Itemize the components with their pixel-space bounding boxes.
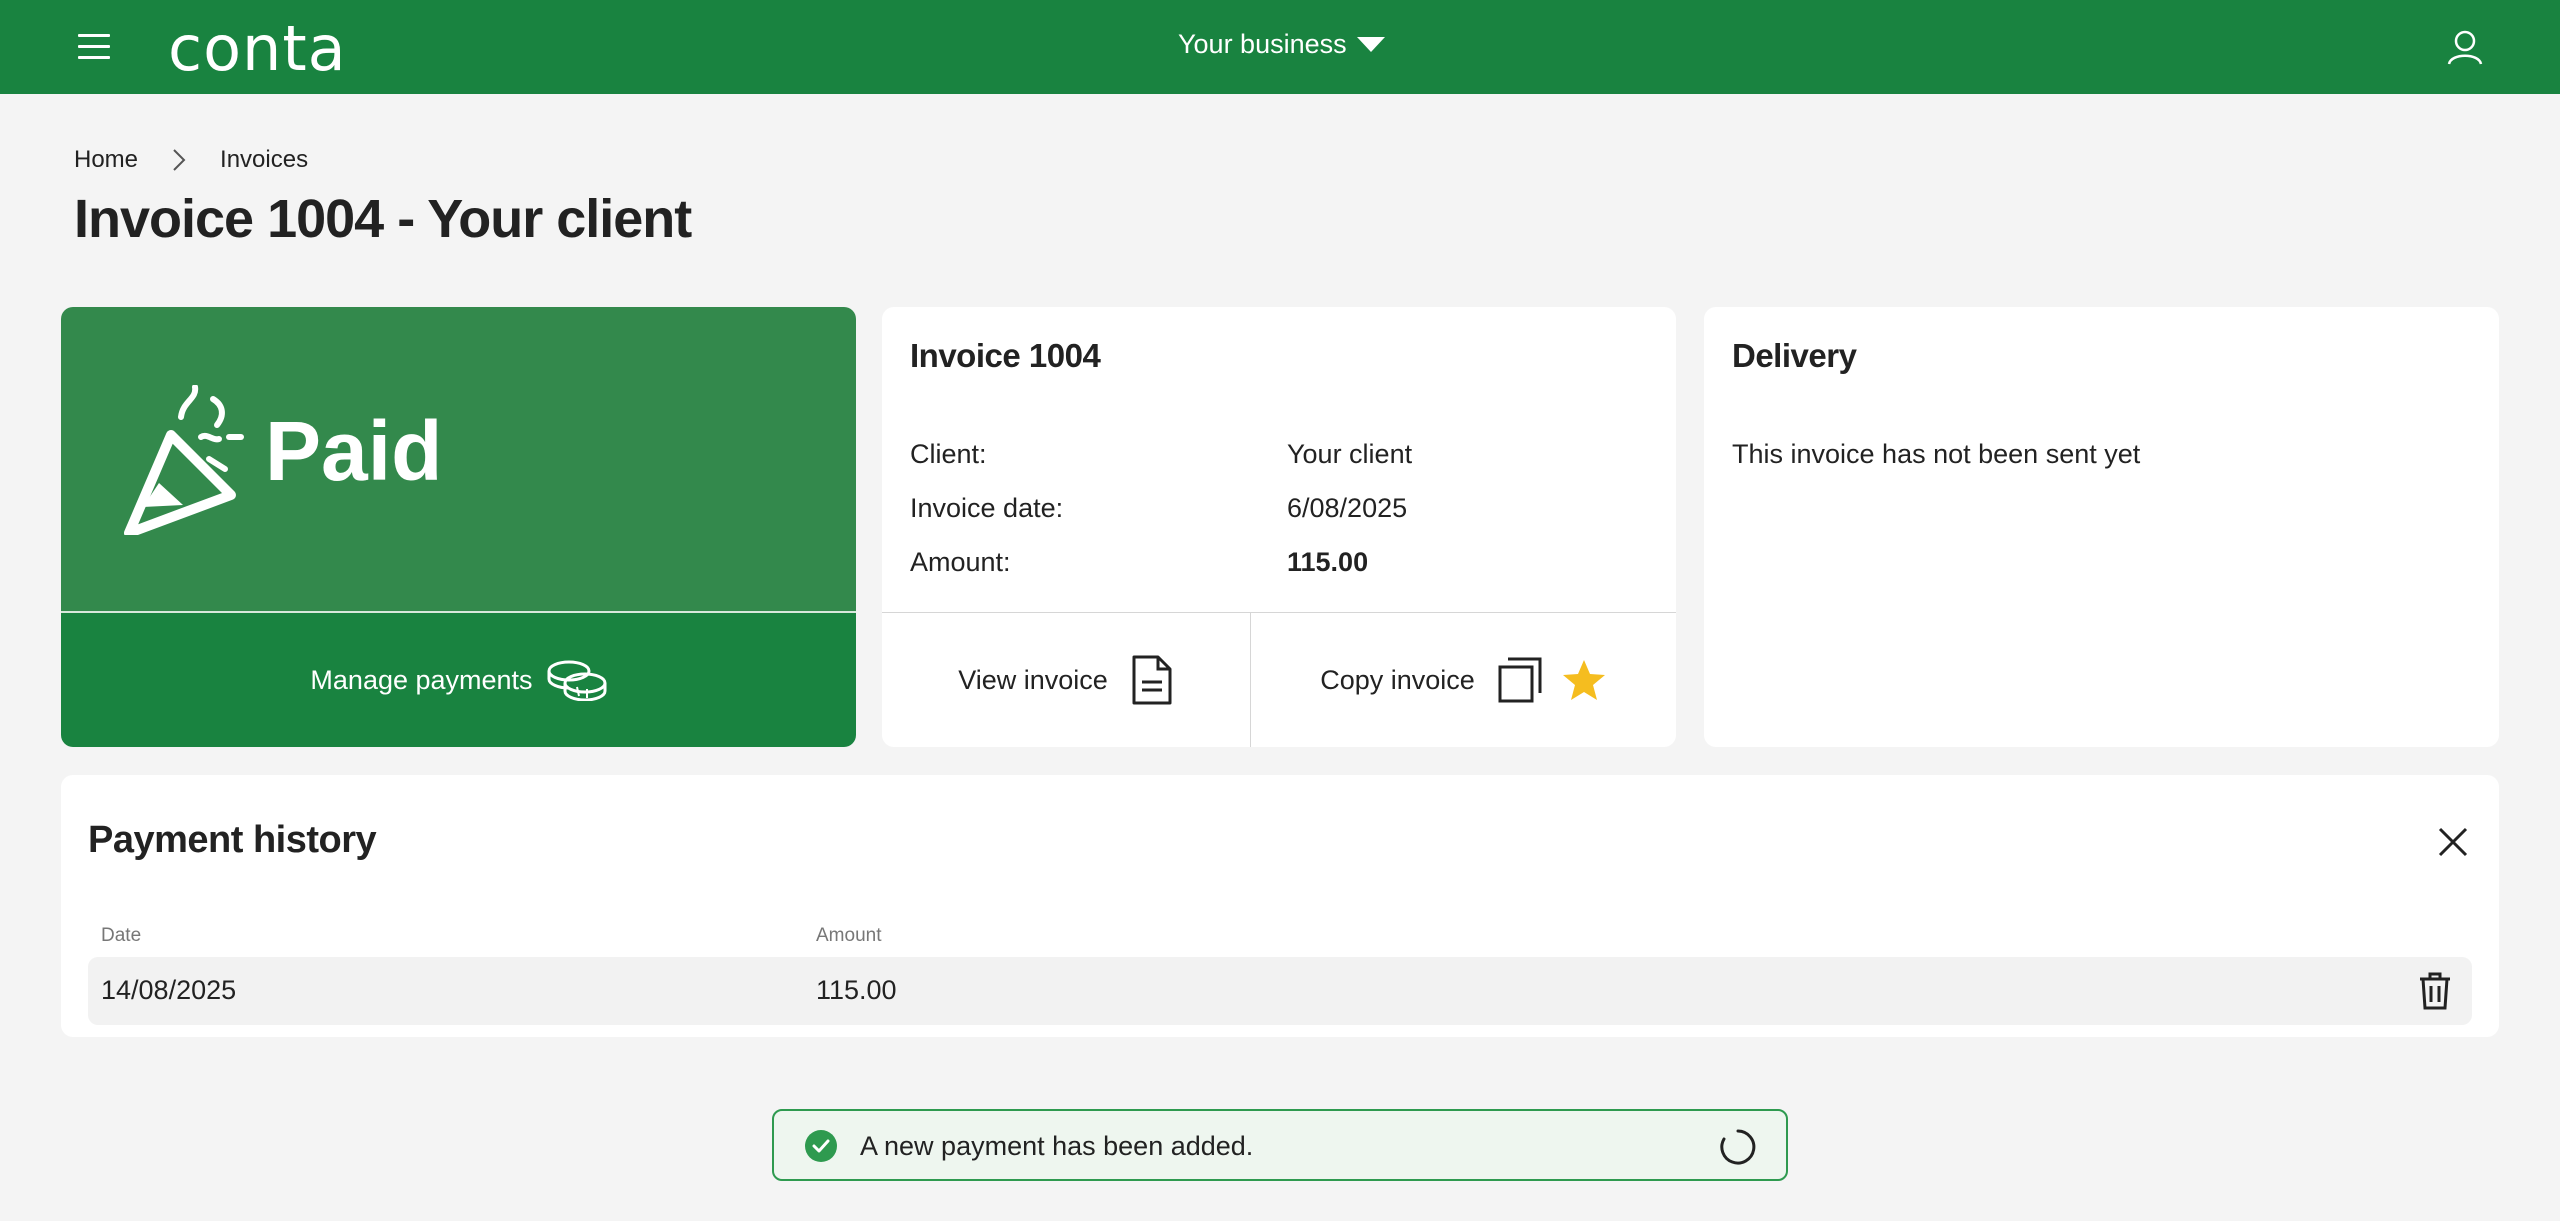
client-label: Client: <box>910 439 987 469</box>
delivery-card-title: Delivery <box>1732 337 1857 374</box>
column-header-date: Date <box>101 925 142 946</box>
caret-down-icon <box>1356 37 1385 52</box>
breadcrumb-current[interactable]: Invoices <box>220 146 308 174</box>
payment-history-title: Payment history <box>88 819 377 861</box>
delivery-message: This invoice has not been sent yet <box>1732 439 2141 469</box>
invoice-card: Invoice 1004 Client: Your client Invoice… <box>882 307 1676 747</box>
invoice-date-value: 6/08/2025 <box>1287 493 1408 523</box>
user-icon[interactable] <box>2446 28 2484 66</box>
table-row: 14/08/2025 115.00 <box>88 957 2472 1025</box>
manage-payments-label: Manage payments <box>310 664 533 695</box>
top-bar: conta Your business <box>0 0 2560 94</box>
toast-notification: A new payment has been added. <box>772 1109 1788 1181</box>
close-icon[interactable] <box>2436 825 2470 859</box>
copy-invoice-label: Copy invoice <box>1320 664 1475 695</box>
document-icon <box>1132 655 1172 705</box>
client-value: Your client <box>1287 439 1413 469</box>
breadcrumb: Home Invoices <box>74 146 308 174</box>
check-circle-icon <box>805 1130 837 1162</box>
toast-message: A new payment has been added. <box>860 1131 1254 1161</box>
amount-label: Amount: <box>910 547 1011 577</box>
view-invoice-button[interactable]: View invoice <box>882 613 1250 747</box>
column-header-amount: Amount <box>816 925 882 946</box>
business-selector[interactable]: Your business <box>1178 29 1385 60</box>
star-icon[interactable] <box>1561 658 1607 702</box>
payment-date: 14/08/2025 <box>101 975 237 1005</box>
status-label: Paid <box>265 404 443 498</box>
status-panel: Paid <box>61 307 856 611</box>
view-invoice-label: View invoice <box>958 664 1108 695</box>
invoice-date-label: Invoice date: <box>910 493 1064 523</box>
amount-value: 115.00 <box>1287 547 1369 577</box>
menu-icon[interactable] <box>78 34 110 60</box>
logo[interactable]: conta <box>168 12 347 85</box>
delivery-card: Delivery This invoice has not been sent … <box>1704 307 2499 747</box>
copy-icon <box>1498 657 1542 703</box>
page-title: Invoice 1004 - Your client <box>74 189 692 249</box>
trash-icon[interactable] <box>2418 972 2452 1010</box>
status-card: Paid Manage payments <box>61 307 856 747</box>
business-selector-label: Your business <box>1178 29 1347 59</box>
chevron-right-icon <box>173 149 186 171</box>
copy-invoice-button[interactable]: Copy invoice <box>1251 613 1676 747</box>
invoice-card-title: Invoice 1004 <box>910 337 1101 374</box>
payment-history-card: Payment history Date Amount 14/08/2025 1… <box>61 775 2499 1037</box>
payment-amount: 115.00 <box>816 975 897 1005</box>
manage-payments-button[interactable]: Manage payments <box>61 613 856 747</box>
coins-icon <box>547 660 607 701</box>
spinner-icon <box>1720 1129 1756 1165</box>
breadcrumb-home[interactable]: Home <box>74 146 138 174</box>
